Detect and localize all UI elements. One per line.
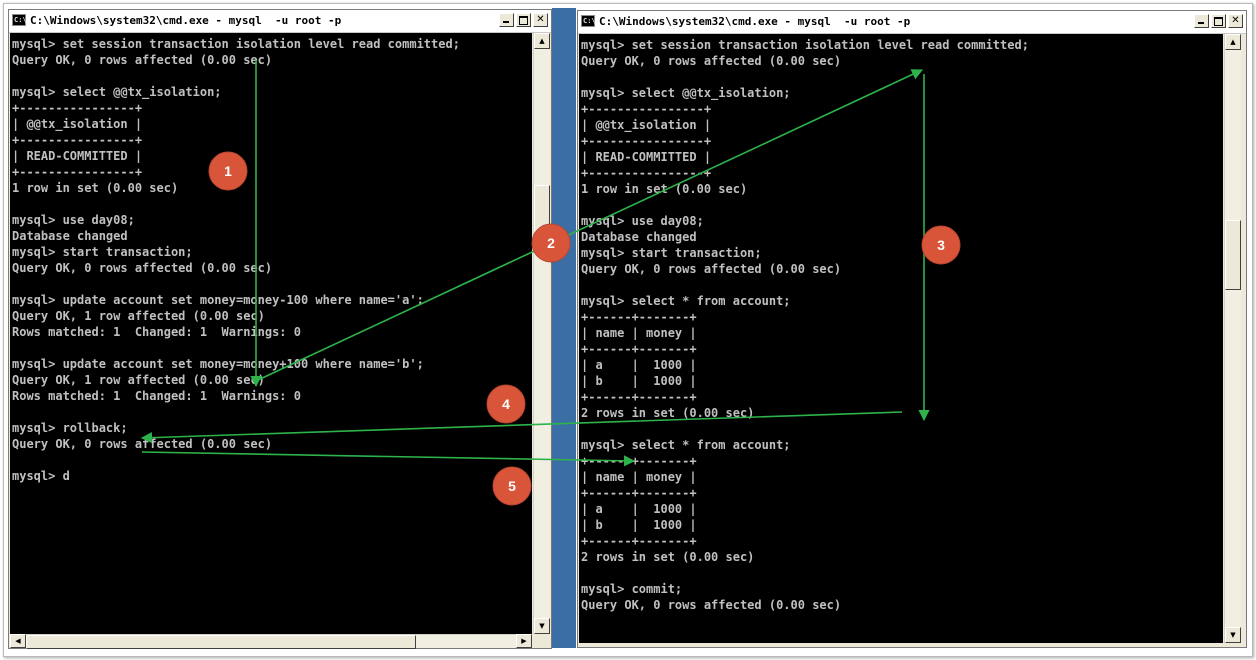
arrow-step-2 [257,69,924,381]
arrow-step-5 [141,451,636,467]
svg-text:3: 3 [937,237,945,253]
svg-text:5: 5 [508,478,516,494]
step-badge-1: 1 [208,151,248,191]
step-badges: 1 2 3 4 5 [208,151,961,506]
svg-text:2: 2 [547,235,555,251]
step-badge-4: 4 [486,384,526,424]
step-badge-3: 3 [921,225,961,265]
step-badge-5: 5 [492,466,532,506]
arrow-step-4 [140,411,903,444]
annotation-overlay: 1 2 3 4 5 [140,60,961,506]
svg-text:1: 1 [224,163,232,179]
step-badge-2: 2 [531,223,571,263]
svg-text:4: 4 [502,396,510,412]
